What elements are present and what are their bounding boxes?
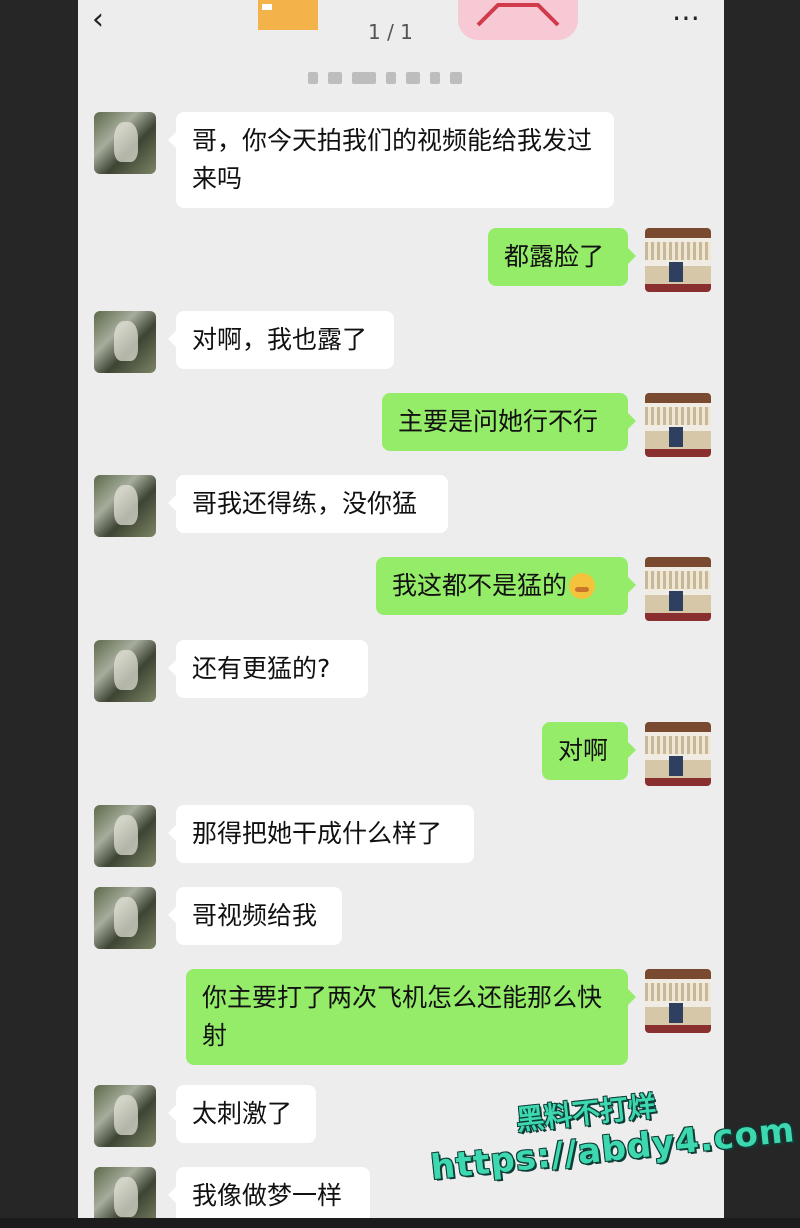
message-bubble-outgoing[interactable]: 你主要打了两次飞机怎么还能那么快射 (186, 969, 636, 1065)
message-text: 哥我还得练，没你猛 (192, 489, 418, 518)
message-bubble-incoming[interactable]: 那得把她干成什么样了 (168, 805, 474, 863)
message-bubble-incoming[interactable]: 太刺激了 (168, 1085, 316, 1143)
user-avatar[interactable] (645, 228, 711, 292)
page-indicator: 1 / 1 (368, 20, 413, 44)
message-bubble-incoming[interactable]: 还有更猛的? (168, 640, 368, 698)
message-bubble-incoming[interactable]: 对啊，我也露了 (168, 311, 394, 369)
message-text: 我像做梦一样 (192, 1181, 343, 1210)
message-text: 对啊，我也露了 (192, 325, 368, 354)
message-text: 哥，你今天拍我们的视频能给我发过来吗 (192, 126, 593, 193)
message-text: 你主要打了两次飞机怎么还能那么快射 (202, 983, 603, 1050)
message-bubble-incoming[interactable]: 我像做梦一样 (168, 1167, 370, 1218)
chevron-left-icon[interactable]: ‹ (92, 0, 104, 40)
user-avatar[interactable] (645, 969, 711, 1033)
left-background-panel (0, 0, 78, 1218)
message-bubble-incoming[interactable]: 哥我还得练，没你猛 (168, 475, 448, 533)
message-bubble-incoming[interactable]: 哥视频给我 (168, 887, 342, 945)
pixel-art-decoration (258, 0, 318, 30)
user-avatar[interactable] (645, 557, 711, 621)
message-bubble-outgoing[interactable]: 主要是问她行不行 (382, 393, 636, 451)
message-text: 哥视频给我 (192, 901, 318, 930)
pixel-art-decoration-right (458, 0, 578, 40)
contact-avatar[interactable] (94, 1167, 156, 1218)
message-text: 太刺激了 (192, 1099, 293, 1128)
chat-header: ‹ 1 / 1 ⋯ (78, 0, 724, 100)
message-text: 我这都不是猛的 (392, 571, 568, 600)
chat-screen: ‹ 1 / 1 ⋯ 哥，你今天拍我们的视频能给我发过来吗 都露脸了 对啊，我也露… (78, 0, 724, 1218)
user-avatar[interactable] (645, 722, 711, 786)
message-text: 主要是问她行不行 (398, 407, 599, 436)
message-bubble-outgoing[interactable]: 我这都不是猛的 (376, 557, 636, 615)
message-text: 都露脸了 (504, 242, 605, 271)
message-text: 还有更猛的? (192, 654, 331, 683)
message-text: 那得把她干成什么样了 (192, 819, 443, 848)
contact-avatar[interactable] (94, 311, 156, 373)
message-bubble-outgoing[interactable]: 都露脸了 (488, 228, 636, 286)
ellipsis-icon[interactable]: ⋯ (672, 0, 702, 36)
message-bubble-outgoing[interactable]: 对啊 (542, 722, 636, 780)
contact-avatar[interactable] (94, 805, 156, 867)
user-avatar[interactable] (645, 393, 711, 457)
message-bubble-incoming[interactable]: 哥，你今天拍我们的视频能给我发过来吗 (168, 112, 614, 208)
contact-avatar[interactable] (94, 475, 156, 537)
contact-name-blurred (308, 72, 462, 86)
contact-avatar[interactable] (94, 640, 156, 702)
contact-avatar[interactable] (94, 1085, 156, 1147)
right-background-panel (724, 0, 800, 1218)
contact-avatar[interactable] (94, 887, 156, 949)
contact-avatar[interactable] (94, 112, 156, 174)
embarrassed-emoji-icon (569, 573, 596, 599)
message-text: 对啊 (558, 736, 609, 765)
